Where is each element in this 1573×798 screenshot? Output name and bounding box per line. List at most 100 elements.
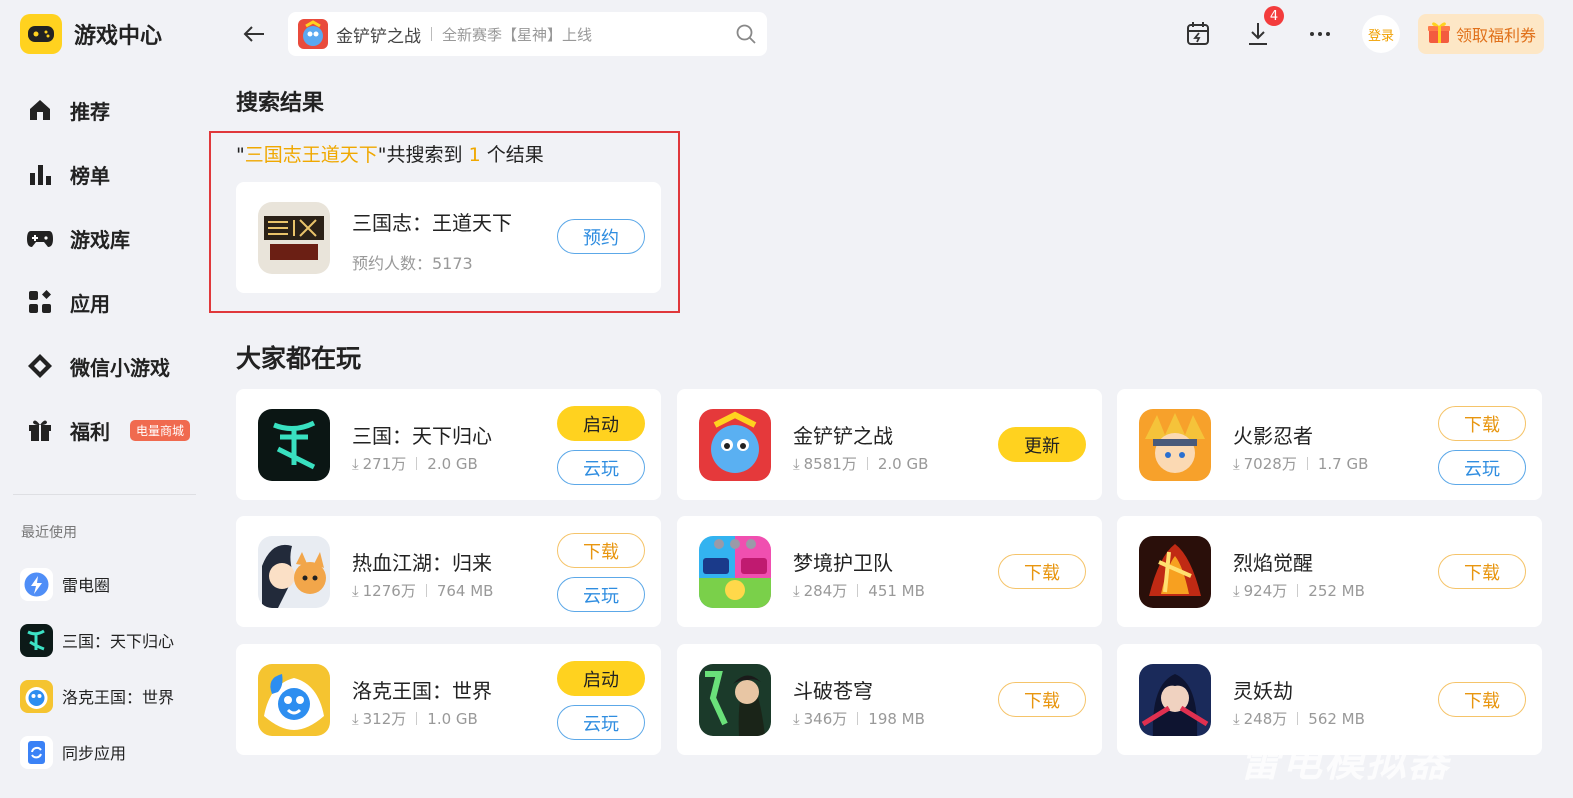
game-card[interactable]: 梦境护卫队 ⤓ 284万 451 MB 下载 [677,516,1102,627]
apps-icon [26,288,54,316]
game-name: 热血江湖：归来 [352,551,492,575]
game-name: 烈焰觉醒 [1233,551,1313,575]
recent-item[interactable]: 三国：天下归心 [20,612,174,668]
game-meta: ⤓ 924万 252 MB [1233,580,1365,601]
download-button[interactable]: 下载 [1438,406,1526,441]
download-count: 284万 [803,582,848,600]
update-button[interactable]: 更新 [998,427,1086,462]
download-button[interactable]: 下载 [1438,682,1526,717]
sync-app-icon [20,735,53,769]
download-count: 1276万 [362,582,416,600]
launch-button[interactable]: 启动 [557,661,645,696]
result-summary: "三国志王道天下"共搜索到 1 个结果 [236,140,544,167]
download-count: 271万 [362,455,407,473]
search-hint: 全新赛季【星神】上线 [442,25,593,44]
download-button[interactable]: 下载 [557,533,645,568]
cloud-play-button[interactable]: 云玩 [1438,450,1526,485]
recent-item[interactable]: 同步应用 [20,724,174,780]
file-size: 764 MB [436,581,494,600]
game-card[interactable]: 烈焰觉醒 ⤓ 924万 252 MB 下载 [1117,516,1542,627]
reserve-button[interactable]: 预约 [557,219,645,254]
cloud-play-button[interactable]: 云玩 [557,450,645,485]
login-button[interactable]: 登录 [1362,15,1400,53]
game-name: 三国志：王道天下 [352,211,512,235]
sidebar-item-label: 榜单 [70,163,110,188]
game-card[interactable]: 洛克王国：世界 ⤓ 312万 1.0 GB 启动 云玩 [236,644,661,755]
lingyaojie-game-icon [1139,664,1211,736]
download-count: 8581万 [803,455,857,473]
gamepad-icon [26,224,54,252]
sidebar-divider [13,494,196,495]
file-size: 1.7 GB [1317,454,1369,473]
recent-item[interactable]: 洛克王国：世界 [20,668,174,724]
search-results-title: 搜索结果 [236,91,325,116]
dream-guard-game-icon [699,536,771,608]
doupo-game-icon [699,664,771,736]
roco-kingdom-icon [20,679,53,713]
watermark: 雷电模拟器 [1240,740,1450,786]
recent-item-label: 同步应用 [62,744,127,763]
game-meta: ⤓ 8581万 2.0 GB [793,453,928,474]
cloud-play-button[interactable]: 云玩 [557,705,645,740]
meta-separator [857,584,859,597]
more-icon[interactable] [1304,18,1336,50]
claim-coupon-button[interactable]: 领取福利券 [1418,14,1544,54]
game-meta: ⤓ 7028万 1.7 GB [1233,453,1368,474]
recent-item-label: 三国：天下归心 [62,632,175,651]
result-mid-text: "共搜索到 [377,144,463,166]
game-card[interactable]: 热血江湖：归来 ⤓ 1276万 764 MB 下载 云玩 [236,516,661,627]
sidebar-item-apps[interactable]: 应用 [0,270,210,334]
meta-separator [1297,584,1299,597]
game-name: 三国：天下归心 [352,424,492,448]
result-count: 1 [468,144,481,166]
download-count: 7028万 [1243,455,1297,473]
jinchanchan-game-icon [699,409,771,481]
sidebar-item-welfare[interactable]: 福利 电量商城 [0,398,210,462]
file-size: 451 MB [868,581,925,600]
calendar-icon[interactable] [1182,18,1214,50]
game-meta: ⤓ 312万 1.0 GB [352,708,478,729]
sidebar-item-recommend[interactable]: 推荐 [0,78,210,142]
result-card[interactable]: 三国志：王道天下 预约人数：5173 预约 [236,182,661,293]
download-small-icon: ⤓ [793,581,800,600]
recent-list: 雷电圈 三国：天下归心 洛克王国：世界 同步应用 [20,556,174,780]
game-card[interactable]: 火影忍者 ⤓ 7028万 1.7 GB 下载 云玩 [1117,389,1542,500]
brand[interactable]: 游戏中心 [20,14,162,54]
gift-icon [26,416,54,444]
recent-item-label: 洛克王国：世界 [62,688,175,707]
gamepad-logo-icon [20,14,62,54]
sidebar-nav: 推荐 榜单 游戏库 应用 微信小游戏 福利 电量商城 [0,78,210,462]
download-button[interactable]: 下载 [1438,554,1526,589]
back-arrow-icon[interactable] [240,20,268,48]
game-card[interactable]: 斗破苍穹 ⤓ 346万 198 MB 下载 [677,644,1102,755]
cloud-play-button[interactable]: 云玩 [557,577,645,612]
sidebar-item-label: 微信小游戏 [70,355,170,380]
reservation-count: 预约人数：5173 [352,254,473,273]
sidebar-item-ranking[interactable]: 榜单 [0,142,210,206]
launch-button[interactable]: 启动 [557,406,645,441]
sidebar: 游戏中心 推荐 榜单 游戏库 应用 微信小游戏 福利 电量商城 最近使用 雷电圈… [0,0,210,798]
game-name: 火影忍者 [1233,424,1313,448]
search-icon[interactable] [735,23,757,45]
download-small-icon: ⤓ [352,454,359,473]
sidebar-item-game-library[interactable]: 游戏库 [0,206,210,270]
recent-item[interactable]: 雷电圈 [20,556,174,612]
game-card[interactable]: 金铲铲之战 ⤓ 8581万 2.0 GB 更新 [677,389,1102,500]
game-name: 灵妖劫 [1233,679,1293,703]
game-name: 洛克王国：世界 [352,679,492,703]
leidian-circle-icon [20,567,53,601]
download-button[interactable]: 下载 [998,554,1086,589]
game-card[interactable]: 三国：天下归心 ⤓ 271万 2.0 GB 启动 云玩 [236,389,661,500]
lieyan-game-icon [1139,536,1211,608]
home-icon [26,96,54,124]
sanguo-game-icon [258,409,330,481]
download-small-icon: ⤓ [1233,454,1240,473]
download-count: 312万 [362,710,407,728]
download-button[interactable]: 下载 [998,682,1086,717]
meta-separator [425,584,427,597]
rexuejianghu-game-icon [258,536,330,608]
app-title: 游戏中心 [74,24,163,49]
search-bar[interactable]: 金铲铲之战 全新赛季【星神】上线 [288,12,767,56]
sidebar-item-wechat-games[interactable]: 微信小游戏 [0,334,210,398]
recent-item-label: 雷电圈 [62,576,111,595]
